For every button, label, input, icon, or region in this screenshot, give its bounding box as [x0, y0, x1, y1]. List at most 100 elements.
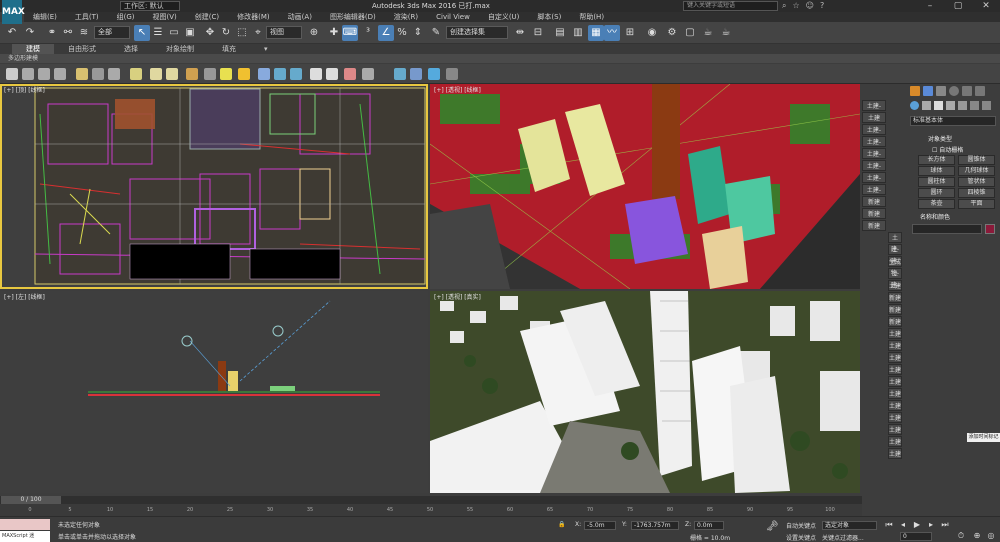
geometry-icon[interactable] — [910, 101, 919, 110]
material-editor-icon[interactable]: ◉ — [644, 25, 660, 41]
star-icon[interactable]: ☆ — [792, 0, 799, 12]
rotate-icon[interactable]: ↻ — [218, 25, 234, 41]
edit-icon[interactable] — [258, 68, 270, 80]
select-by-name-icon[interactable]: ☰ — [150, 25, 166, 41]
next-frame-icon[interactable]: ▸ — [926, 520, 936, 530]
side-label-9[interactable]: 新建 — [862, 208, 886, 219]
schematic-view-icon[interactable]: ⊞ — [622, 25, 638, 41]
brush-icon[interactable] — [344, 68, 356, 80]
angle-snap-icon[interactable]: ∠ — [378, 25, 394, 41]
side-label-1[interactable]: 土建 — [862, 112, 886, 123]
lights-icon[interactable] — [934, 101, 943, 110]
side-label-15[interactable]: 土建 — [888, 280, 902, 291]
ribbon-tab-2[interactable]: 选择 — [110, 44, 152, 54]
primitive-button-1[interactable]: 圆锥体 — [958, 155, 995, 165]
side-label-21[interactable]: 土建 — [888, 352, 902, 363]
selection-filter[interactable]: 全部 — [94, 26, 130, 39]
render-iterative-icon[interactable]: ☕ — [718, 25, 734, 41]
primitive-button-6[interactable]: 圆环 — [918, 188, 955, 198]
side-label-17[interactable]: 新建 — [888, 304, 902, 315]
snap-3d-icon[interactable]: ³ — [360, 25, 376, 41]
ref-coord-select[interactable]: 视图 — [266, 26, 302, 39]
track-bar[interactable]: 0 5 10 15 20 25 30 35 40 45 50 55 60 65 70 75 80 85 90 95 10… — [0, 504, 862, 516]
viewport-left[interactable]: [+] [左] [线框] — [0, 291, 428, 493]
user-icon[interactable]: ☺ — [806, 0, 814, 12]
spacewarps-icon[interactable] — [970, 101, 979, 110]
render-icon[interactable] — [446, 68, 458, 80]
cameras-icon[interactable] — [946, 101, 955, 110]
primitive-button-9[interactable]: 平面 — [958, 199, 995, 209]
side-label-8[interactable]: 新建 — [862, 196, 886, 207]
menu-item-6[interactable]: 动画(A) — [279, 12, 321, 22]
menu-item-3[interactable]: 视图(V) — [144, 12, 186, 22]
object-name-input[interactable] — [912, 224, 982, 234]
cam2-icon[interactable] — [108, 68, 120, 80]
pivot-center-icon[interactable]: ⊕ — [306, 25, 322, 41]
viewport-perspective-realistic[interactable]: [+] [透视] [真实] — [430, 291, 860, 493]
viewport-label[interactable]: [+] [顶] [线框] — [4, 85, 45, 94]
maxscript-listener-top[interactable] — [0, 519, 50, 530]
menu-item-7[interactable]: 图形编辑器(D) — [321, 12, 385, 22]
side-label-6[interactable]: 土建- — [862, 172, 886, 183]
scene-explorer-icon[interactable]: ▥ — [570, 25, 586, 41]
menu-item-8[interactable]: 渲染(R) — [385, 12, 427, 22]
play-icon[interactable]: ▶ — [912, 520, 922, 530]
side-label-18[interactable]: 新建 — [888, 316, 902, 327]
shape-icon[interactable] — [290, 68, 302, 80]
primitive-button-2[interactable]: 球体 — [918, 166, 955, 176]
systems-icon[interactable] — [982, 101, 991, 110]
menu-item-9[interactable]: Civil View — [427, 12, 479, 22]
undo-icon[interactable]: ↶ — [4, 25, 20, 41]
binoculars-icon[interactable]: ⌕ — [782, 0, 786, 12]
help-icon[interactable]: ? — [820, 0, 824, 12]
side-label-11[interactable]: 土建- — [888, 232, 902, 253]
hierarchy-tab-icon[interactable] — [936, 86, 946, 96]
ribbon-options-icon[interactable]: ▾ — [250, 44, 282, 54]
maxscript-listener-input[interactable]: MAXScript 迷 — [0, 531, 50, 542]
close-button[interactable]: ✕ — [972, 0, 1000, 12]
sun2-icon[interactable] — [238, 68, 250, 80]
named-selection-set[interactable]: 创建选择集 — [446, 26, 508, 39]
prev-frame-icon[interactable]: ◂ — [898, 520, 908, 530]
cone-icon[interactable] — [204, 68, 216, 80]
render-production-icon[interactable]: ☕ — [700, 25, 716, 41]
ribbon-strip[interactable]: 多边形建模 — [0, 54, 1000, 63]
side-label-24[interactable]: 土建 — [888, 388, 902, 399]
go-end-icon[interactable]: ⏭ — [940, 520, 950, 530]
z-coord-input[interactable]: 0.0m — [694, 521, 724, 530]
side-label-26[interactable]: 土建 — [888, 412, 902, 423]
light-icon[interactable] — [76, 68, 88, 80]
mirror-icon[interactable]: ⇹ — [512, 25, 528, 41]
menu-item-11[interactable]: 脚本(S) — [528, 12, 570, 22]
edit-named-sel-icon[interactable]: ✎ — [428, 25, 444, 41]
layer3-icon[interactable] — [54, 68, 66, 80]
tree-icon[interactable] — [326, 68, 338, 80]
side-label-10[interactable]: 新建 — [862, 220, 886, 231]
ribbon-tab-3[interactable]: 对象绘制 — [152, 44, 208, 54]
open-icon[interactable] — [6, 68, 18, 80]
viewport-top[interactable]: [+] [顶] [线框] — [0, 84, 428, 289]
maximize-button[interactable]: ▢ — [944, 0, 972, 12]
key-filters-button[interactable]: 关键点过滤器... — [822, 533, 864, 542]
set-key-button[interactable]: 设置关键点 — [786, 533, 816, 542]
side-label-20[interactable]: 土建 — [888, 340, 902, 351]
rect-selection-icon[interactable]: ▭ — [166, 25, 182, 41]
side-label-4[interactable]: 土建- — [862, 148, 886, 159]
sun-icon[interactable] — [220, 68, 232, 80]
current-frame-input[interactable]: 0 — [900, 532, 932, 541]
menu-item-1[interactable]: 工具(T) — [66, 12, 108, 22]
primitive-button-4[interactable]: 圆柱体 — [918, 177, 955, 187]
curve-editor-icon[interactable]: 〰 — [604, 25, 620, 41]
go-start-icon[interactable]: ⏮ — [884, 520, 894, 530]
side-label-23[interactable]: 土建 — [888, 376, 902, 387]
create-tab-icon[interactable] — [910, 86, 920, 96]
select-manipulate-icon[interactable]: ✚ — [326, 25, 342, 41]
side-label-27[interactable]: 土建 — [888, 424, 902, 435]
side-label-19[interactable]: 土建 — [888, 328, 902, 339]
autogrid-checkbox[interactable]: ☐ 自动栅格 — [932, 145, 963, 154]
autokey-button[interactable]: 自动关键点 — [786, 521, 816, 530]
side-label-5[interactable]: 土建- — [862, 160, 886, 171]
layer2-icon[interactable] — [38, 68, 50, 80]
side-label-16[interactable]: 新建 — [888, 292, 902, 303]
side-label-0[interactable]: 土建- — [862, 100, 886, 111]
